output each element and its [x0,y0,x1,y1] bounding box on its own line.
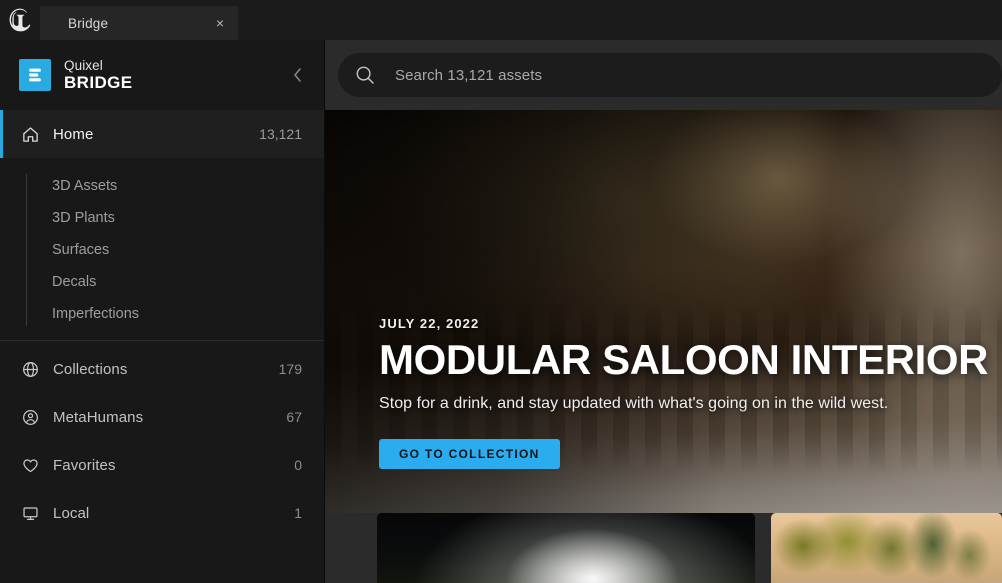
tab-label: Bridge [68,15,109,31]
sidebar-item-3d-assets[interactable]: 3D Assets [26,170,324,202]
user-circle-icon [19,406,41,428]
sidebar: Quixel BRIDGE Home 13,121 3D Assets 3D P… [0,40,325,583]
search-icon [354,64,376,86]
title-bar: Bridge × [0,0,1002,40]
sidebar-item-3d-plants[interactable]: 3D Plants [26,202,324,234]
home-icon [19,123,41,145]
brand-wordmark: Quixel BRIDGE [64,59,284,92]
search-input[interactable] [376,53,1002,97]
sidebar-item-label: Collections [53,360,128,378]
sidebar-item-favorites[interactable]: Favorites 0 [0,441,324,489]
hero-banner[interactable]: JULY 22, 2022 MODULAR SALOON INTERIOR St… [325,110,1002,513]
close-icon[interactable]: × [210,13,230,33]
collection-card-autumn[interactable] [771,513,1002,583]
bridge-app-window: Bridge × Quixel BRIDGE Home 13,121 3D As… [0,0,1002,583]
sidebar-item-home[interactable]: Home 13,121 [0,110,324,158]
sidebar-item-count: 179 [278,361,302,377]
sidebar-item-imperfections[interactable]: Imperfections [26,298,324,330]
sidebar-item-label: Favorites [53,456,116,474]
sidebar-item-count: 13,121 [259,126,302,142]
card-thumbnail [377,513,755,583]
hero-content: JULY 22, 2022 MODULAR SALOON INTERIOR St… [379,316,989,469]
sidebar-item-decals[interactable]: Decals [26,266,324,298]
chevron-left-icon[interactable] [284,62,310,88]
quixel-bridge-logo-icon [19,59,51,91]
unreal-engine-logo-icon [0,0,40,40]
globe-icon [19,358,41,380]
brand-header: Quixel BRIDGE [0,40,324,110]
search-bar-container [325,40,1002,110]
sidebar-item-surfaces[interactable]: Surfaces [26,234,324,266]
sidebar-item-count: 0 [294,457,302,473]
sidebar-item-label: Local [53,504,90,522]
hero-date: JULY 22, 2022 [379,316,480,332]
heart-icon [19,454,41,476]
card-thumbnail [771,513,1002,583]
sidebar-divider [0,340,324,341]
sidebar-item-count: 67 [286,409,302,425]
hero-title: MODULAR SALOON INTERIOR [379,336,989,384]
main-content: JULY 22, 2022 MODULAR SALOON INTERIOR St… [325,40,1002,583]
brand-line-quixel: Quixel [64,57,103,73]
go-to-collection-button[interactable]: GO TO COLLECTION [379,439,560,469]
sidebar-item-label: MetaHumans [53,408,144,426]
sidebar-item-collections[interactable]: Collections 179 [0,345,324,393]
sidebar-subnav: 3D Assets 3D Plants Surfaces Decals Impe… [0,170,324,330]
sidebar-item-label: Home [53,125,94,143]
hero-subtitle: Stop for a drink, and stay updated with … [379,395,889,412]
collection-card-forest[interactable] [377,513,755,583]
sidebar-item-count: 1 [294,505,302,521]
search-bar[interactable] [338,53,1002,97]
collection-card-row [325,513,1002,583]
monitor-icon [19,502,41,524]
brand-line-bridge: BRIDGE [64,73,133,93]
sidebar-item-metahumans[interactable]: MetaHumans 67 [0,393,324,441]
sidebar-item-local[interactable]: Local 1 [0,489,324,537]
tab-bridge[interactable]: Bridge × [40,6,238,40]
